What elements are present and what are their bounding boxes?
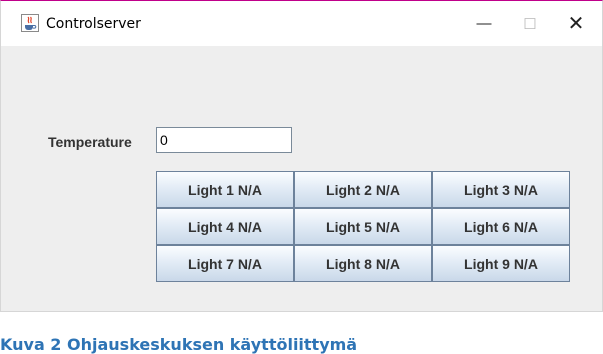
figure-caption: Kuva 2 Ohjauskeskuksen käyttöliittymä bbox=[0, 335, 358, 354]
maximize-icon: ☐ bbox=[523, 15, 537, 33]
light-button-grid: Light 1 N/A Light 2 N/A Light 3 N/A Ligh… bbox=[156, 171, 570, 282]
light-2-button[interactable]: Light 2 N/A bbox=[294, 171, 432, 208]
temperature-label: Temperature bbox=[48, 134, 132, 150]
light-7-button[interactable]: Light 7 N/A bbox=[156, 245, 294, 282]
light-1-button[interactable]: Light 1 N/A bbox=[156, 171, 294, 208]
close-icon: ✕ bbox=[567, 13, 585, 35]
light-3-button[interactable]: Light 3 N/A bbox=[432, 171, 570, 208]
light-5-button[interactable]: Light 5 N/A bbox=[294, 208, 432, 245]
java-cup-icon bbox=[21, 14, 39, 32]
app-window: Controlserver — ☐ ✕ Temperature Light 1 … bbox=[0, 0, 603, 312]
light-6-button[interactable]: Light 6 N/A bbox=[432, 208, 570, 245]
close-button[interactable]: ✕ bbox=[553, 1, 599, 46]
maximize-button[interactable]: ☐ bbox=[507, 1, 553, 46]
light-9-button[interactable]: Light 9 N/A bbox=[432, 245, 570, 282]
light-4-button[interactable]: Light 4 N/A bbox=[156, 208, 294, 245]
temperature-input[interactable] bbox=[156, 127, 292, 153]
minimize-icon: — bbox=[476, 15, 492, 32]
minimize-button[interactable]: — bbox=[461, 1, 507, 46]
light-8-button[interactable]: Light 8 N/A bbox=[294, 245, 432, 282]
title-bar[interactable]: Controlserver — ☐ ✕ bbox=[1, 1, 602, 46]
window-title: Controlserver bbox=[46, 16, 141, 32]
